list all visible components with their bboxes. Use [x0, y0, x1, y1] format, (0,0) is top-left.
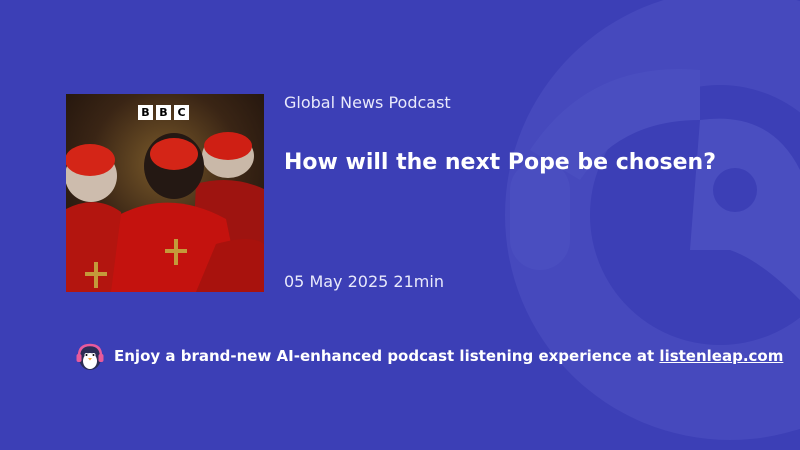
bbc-logo-letter: B: [156, 105, 171, 120]
episode-meta: 05 May 2025 21min: [284, 272, 444, 291]
episode-title[interactable]: How will the next Pope be chosen?: [284, 150, 716, 175]
listenleap-link[interactable]: listenleap.com: [659, 347, 783, 365]
episode-date: 05 May 2025: [284, 272, 389, 291]
bbc-logo-letter: C: [174, 105, 189, 120]
cardinals-image: [66, 94, 264, 292]
promo-message: Enjoy a brand-new AI-enhanced podcast li…: [114, 347, 655, 365]
bbc-logo: B B C: [138, 105, 189, 120]
episode-duration: 21min: [393, 272, 444, 291]
podcast-cover-art[interactable]: B B C: [66, 94, 264, 292]
promo-banner: Enjoy a brand-new AI-enhanced podcast li…: [74, 340, 783, 372]
podcast-name[interactable]: Global News Podcast: [284, 93, 451, 112]
promo-text: Enjoy a brand-new AI-enhanced podcast li…: [114, 347, 783, 365]
penguin-headphones-icon: [76, 343, 104, 370]
bbc-logo-letter: B: [138, 105, 153, 120]
listenleap-watermark-icon: [505, 0, 800, 440]
